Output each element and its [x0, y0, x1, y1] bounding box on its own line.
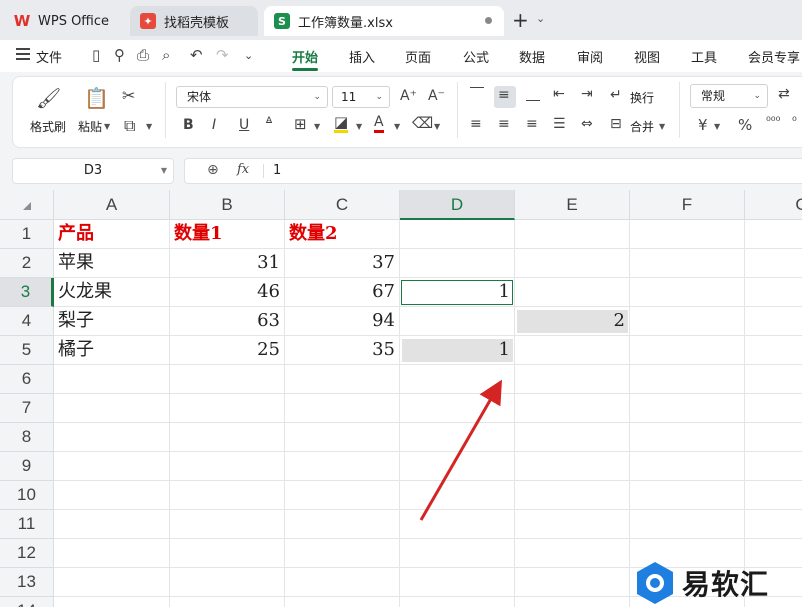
watermark-text: 易软汇 — [682, 568, 770, 601]
cell-a3[interactable]: 火龙果 — [54, 278, 170, 307]
cell-e4[interactable]: 2 — [515, 307, 630, 336]
cell-b3[interactable]: 46 — [170, 278, 285, 307]
cell-c5[interactable]: 35 — [285, 336, 400, 365]
cell-d5[interactable]: 1 — [400, 336, 515, 365]
cell-c2[interactable]: 37 — [285, 249, 400, 278]
cell-a5[interactable]: 橘子 — [54, 336, 170, 365]
watermark: 易软汇 — [634, 560, 802, 607]
cell-b2[interactable]: 31 — [170, 249, 285, 278]
cell-c3[interactable]: 67 — [285, 278, 400, 307]
cell-c1[interactable]: 数量2 — [285, 220, 400, 249]
cell-b5[interactable]: 25 — [170, 336, 285, 365]
spreadsheet-window: W WPS Office ✦ 找稻壳模板 S 工作簿数量.xlsx + ⌄ 文件… — [0, 0, 802, 607]
cell-a2[interactable]: 苹果 — [54, 249, 170, 278]
watermark-logo-icon — [637, 562, 673, 604]
cell-a1[interactable]: 产品 — [54, 220, 170, 249]
cell-b4[interactable]: 63 — [170, 307, 285, 336]
cell-b1[interactable]: 数量1 — [170, 220, 285, 249]
cell-c4[interactable]: 94 — [285, 307, 400, 336]
selected-cell-outline — [401, 280, 513, 305]
cell-a4[interactable]: 梨子 — [54, 307, 170, 336]
